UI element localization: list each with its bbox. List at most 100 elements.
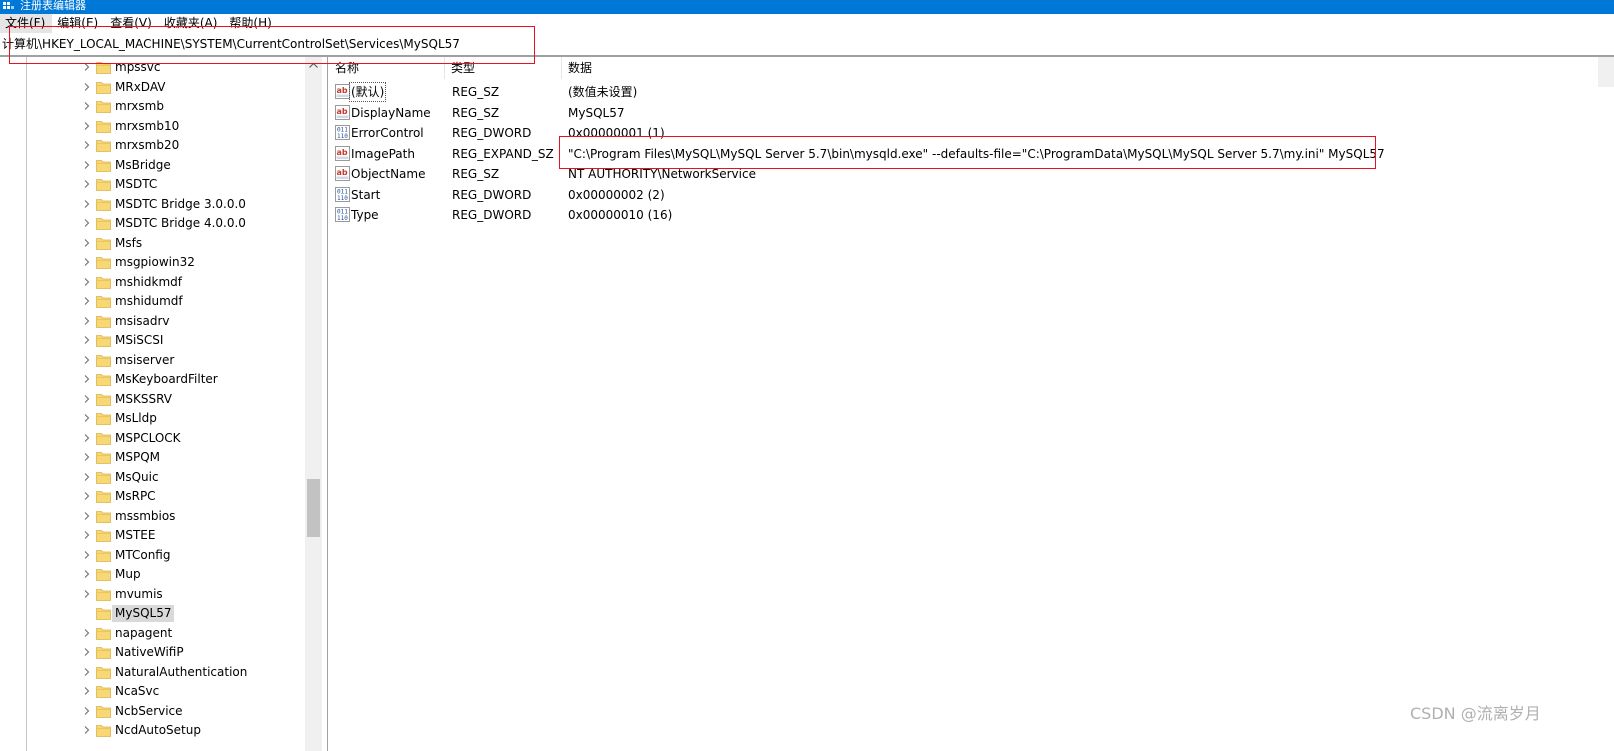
- tree-item[interactable]: mssmbios: [0, 507, 306, 526]
- expand-chevron-icon[interactable]: [82, 179, 92, 189]
- expand-chevron-icon[interactable]: [82, 511, 92, 521]
- expand-chevron-icon[interactable]: [82, 82, 92, 92]
- expand-chevron-icon[interactable]: [82, 160, 92, 170]
- values-scrollbar[interactable]: [1598, 57, 1614, 87]
- tree-item[interactable]: msgpiowin32: [0, 253, 306, 272]
- expand-chevron-icon[interactable]: [82, 140, 92, 150]
- tree-item[interactable]: napagent: [0, 624, 306, 643]
- values-list[interactable]: 名称 类型 数据 ab (默认) REG_SZ (数值未设置) ab DisplayNam…: [329, 57, 1614, 751]
- tree-item[interactable]: MSTEE: [0, 526, 306, 545]
- menu-view[interactable]: 查看(V): [105, 14, 159, 33]
- expand-chevron-icon[interactable]: [82, 62, 92, 72]
- expand-chevron-icon[interactable]: [82, 706, 92, 716]
- tree-item[interactable]: mpssvc: [0, 58, 306, 77]
- menu-edit[interactable]: 编辑(E): [52, 14, 105, 33]
- binary-value-icon: 011 110: [335, 187, 350, 202]
- tree-item[interactable]: MsRPC: [0, 487, 306, 506]
- expand-chevron-icon[interactable]: [82, 472, 92, 482]
- expand-chevron-icon[interactable]: [82, 394, 92, 404]
- expand-chevron-icon[interactable]: [82, 296, 92, 306]
- tree-item[interactable]: MSDTC Bridge 4.0.0.0: [0, 214, 306, 233]
- expand-chevron-icon[interactable]: [82, 433, 92, 443]
- tree-item-label: NcbService: [115, 704, 183, 718]
- expand-chevron-icon[interactable]: [82, 238, 92, 248]
- expand-chevron-icon[interactable]: [82, 550, 92, 560]
- tree-item[interactable]: mvumis: [0, 585, 306, 604]
- tree-item[interactable]: MsQuic: [0, 468, 306, 487]
- scroll-up-arrow-icon[interactable]: [305, 57, 322, 74]
- tree-item[interactable]: MSiSCSI: [0, 331, 306, 350]
- tree-item[interactable]: MSDTC: [0, 175, 306, 194]
- menu-help[interactable]: 帮助(H): [224, 14, 278, 33]
- expand-chevron-icon[interactable]: [82, 355, 92, 365]
- tree-item[interactable]: MSKSSRV: [0, 390, 306, 409]
- tree-item[interactable]: NcaSvc: [0, 682, 306, 701]
- expand-chevron-icon[interactable]: [82, 667, 92, 677]
- expand-chevron-icon[interactable]: [82, 199, 92, 209]
- tree-item[interactable]: MsLldp: [0, 409, 306, 428]
- tree-item[interactable]: Msfs: [0, 234, 306, 253]
- expand-chevron-icon[interactable]: [82, 374, 92, 384]
- tree-item[interactable]: mrxsmb10: [0, 117, 306, 136]
- expand-chevron-icon[interactable]: [82, 257, 92, 267]
- expand-chevron-icon[interactable]: [82, 218, 92, 228]
- tree-item[interactable]: Mup: [0, 565, 306, 584]
- value-data: NT AUTHORITY\NetworkService: [568, 167, 756, 181]
- tree-item[interactable]: msiserver: [0, 351, 306, 370]
- expand-chevron-icon[interactable]: [82, 725, 92, 735]
- tree-item[interactable]: MSDTC Bridge 3.0.0.0: [0, 195, 306, 214]
- tree-item[interactable]: NaturalAuthentication: [0, 663, 306, 682]
- expand-chevron-icon[interactable]: [82, 569, 92, 579]
- address-bar[interactable]: 计算机\HKEY_LOCAL_MACHINE\SYSTEM\CurrentCon…: [0, 33, 1614, 57]
- tree-item[interactable]: mshidumdf: [0, 292, 306, 311]
- tree-item[interactable]: mrxsmb20: [0, 136, 306, 155]
- tree-scrollbar[interactable]: [305, 57, 322, 751]
- folder-icon: [96, 568, 111, 581]
- expand-chevron-icon[interactable]: [82, 491, 92, 501]
- expand-chevron-icon[interactable]: [82, 452, 92, 462]
- value-row[interactable]: ab ObjectName REG_SZ NT AUTHORITY\NetworkSe…: [329, 164, 1614, 184]
- expand-chevron-icon[interactable]: [82, 101, 92, 111]
- pane-splitter[interactable]: [322, 57, 328, 751]
- tree-item[interactable]: NcdAutoSetup: [0, 721, 306, 740]
- expand-chevron-icon[interactable]: [82, 686, 92, 696]
- expand-chevron-icon[interactable]: [82, 277, 92, 287]
- tree-item[interactable]: MSPQM: [0, 448, 306, 467]
- tree-item[interactable]: NativeWifiP: [0, 643, 306, 662]
- key-tree[interactable]: mpssvc MRxDAV mrxsmb mrxsmb10 mrxsmb20 MsBrid…: [0, 57, 322, 751]
- scroll-thumb[interactable]: [307, 479, 320, 537]
- expand-chevron-icon[interactable]: [82, 589, 92, 599]
- tree-item[interactable]: MySQL57: [0, 604, 306, 623]
- folder-icon: [96, 276, 111, 289]
- tree-item[interactable]: MTConfig: [0, 546, 306, 565]
- value-row[interactable]: ab (默认) REG_SZ (数值未设置): [329, 82, 1614, 102]
- tree-item[interactable]: MsKeyboardFilter: [0, 370, 306, 389]
- column-header-data[interactable]: 数据: [562, 57, 1592, 79]
- expand-chevron-icon[interactable]: [82, 413, 92, 423]
- tree-item[interactable]: MSPCLOCK: [0, 429, 306, 448]
- tree-item[interactable]: mrxsmb: [0, 97, 306, 116]
- tree-item[interactable]: mshidkmdf: [0, 273, 306, 292]
- menu-favorites[interactable]: 收藏夹(A): [159, 14, 225, 33]
- column-header-name[interactable]: 名称: [329, 57, 445, 79]
- tree-item[interactable]: msisadrv: [0, 312, 306, 331]
- expand-chevron-icon[interactable]: [82, 628, 92, 638]
- tree-item[interactable]: MRxDAV: [0, 78, 306, 97]
- value-data: MySQL57: [568, 106, 625, 120]
- value-row[interactable]: ab DisplayName REG_SZ MySQL57: [329, 103, 1614, 123]
- value-type: REG_EXPAND_SZ: [452, 147, 554, 161]
- value-row[interactable]: 011 110 Type REG_DWORD 0x00000010 (16): [329, 205, 1614, 225]
- value-row[interactable]: 011 110 Start REG_DWORD 0x00000002 (2): [329, 185, 1614, 205]
- value-row[interactable]: 011 110 ErrorControl REG_DWORD 0x00000001 (1…: [329, 123, 1614, 143]
- menu-file[interactable]: 文件(F): [0, 14, 53, 33]
- value-row[interactable]: ab ImagePath REG_EXPAND_SZ "C:\Program File…: [329, 144, 1614, 164]
- expand-chevron-icon[interactable]: [82, 647, 92, 657]
- expand-chevron-icon[interactable]: [82, 316, 92, 326]
- column-header-type[interactable]: 类型: [445, 57, 562, 79]
- expand-chevron-icon[interactable]: [82, 121, 92, 131]
- address-path[interactable]: 计算机\HKEY_LOCAL_MACHINE\SYSTEM\CurrentCon…: [2, 36, 460, 52]
- tree-item[interactable]: NcbService: [0, 702, 306, 721]
- tree-item[interactable]: MsBridge: [0, 156, 306, 175]
- expand-chevron-icon[interactable]: [82, 530, 92, 540]
- expand-chevron-icon[interactable]: [82, 335, 92, 345]
